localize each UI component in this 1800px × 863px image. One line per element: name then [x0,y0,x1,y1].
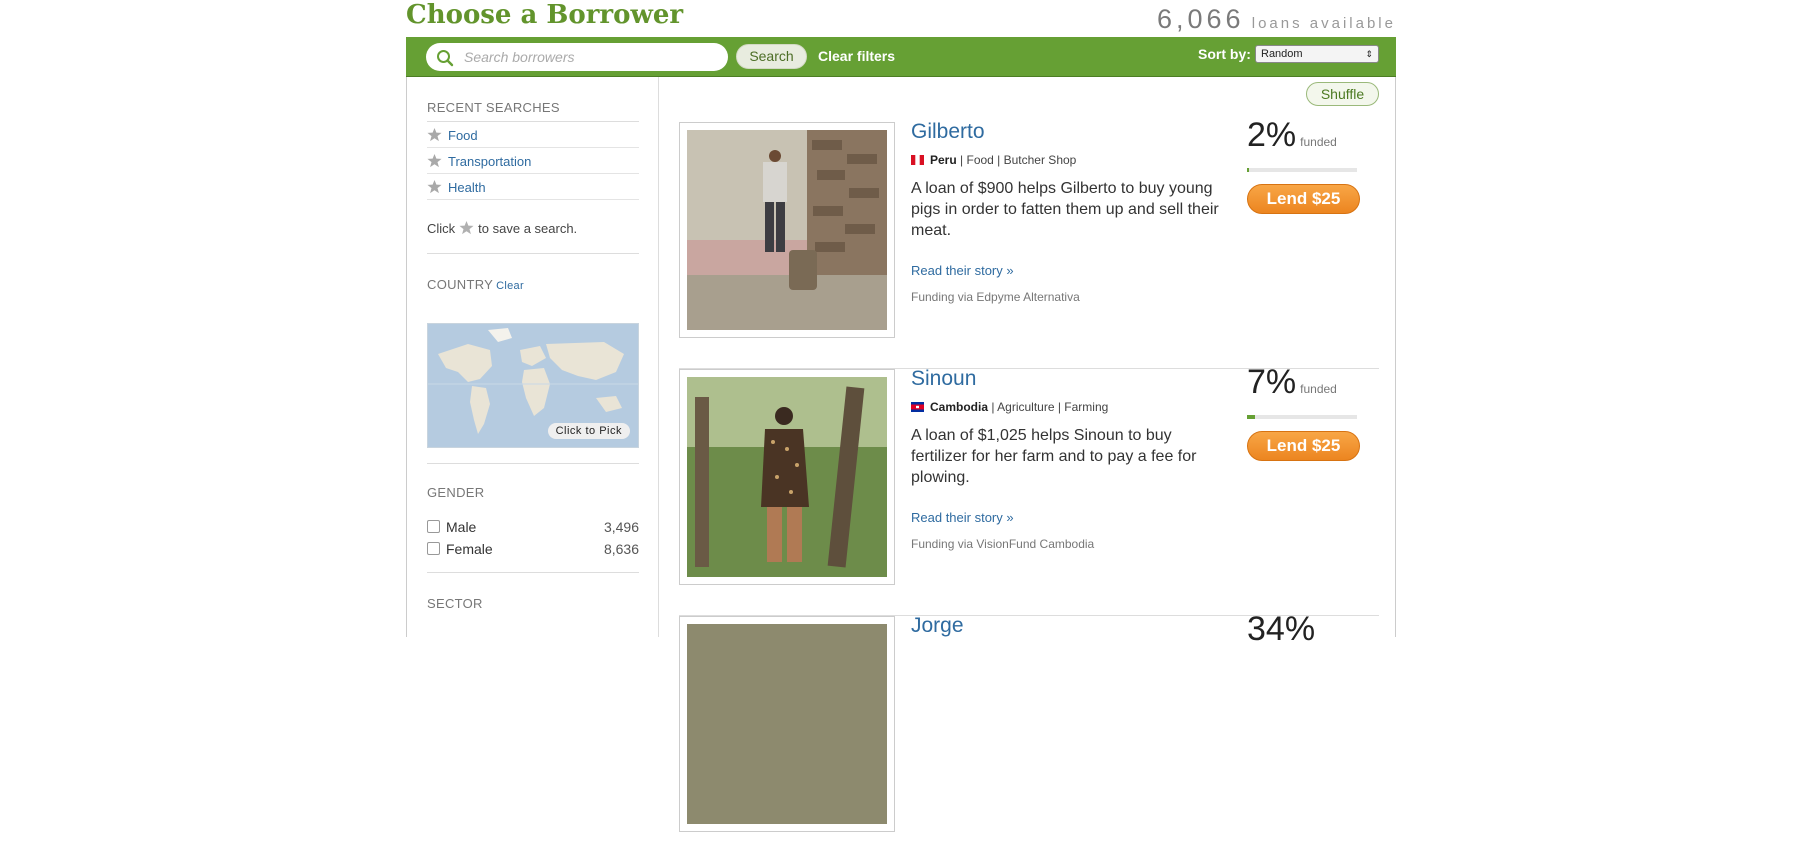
star-icon[interactable] [427,179,442,194]
chevron-updown-icon: ⇕ [1365,49,1373,59]
loan-country: Cambodia [930,400,989,414]
gender-option-male[interactable]: Male 3,496 [427,518,639,538]
borrower-photo[interactable] [679,369,895,585]
funded-label: funded [1300,135,1337,149]
gender-label[interactable]: Female [446,541,493,557]
recent-search-label[interactable]: Food [448,128,478,143]
search-button[interactable]: Search [736,44,807,69]
filter-sidebar: RECENT SEARCHES Food Transportation Heal… [407,77,659,637]
click-to-pick-label[interactable]: Click to Pick [547,423,630,439]
divider [427,572,639,573]
divider [427,253,639,254]
borrower-name-link[interactable]: Jorge [911,614,964,638]
peru-flag-icon [911,155,924,165]
loan-description: A loan of $1,025 helps Sinoun to buy fer… [911,427,1197,486]
sort-select[interactable]: Random ⇕ [1255,45,1379,63]
star-icon[interactable] [427,127,442,142]
shuffle-button[interactable]: Shuffle [1306,82,1379,106]
borrower-photo[interactable] [679,616,895,832]
sort-value: Random [1261,48,1303,60]
read-story-link[interactable]: Read their story » [911,510,1014,525]
sector-heading: SECTOR [427,596,483,611]
loan-card: Gilberto Peru | Food | Butcher Shop A lo… [679,116,1379,369]
save-hint-text: to save a search. [478,221,578,236]
funding-progress-bar [1247,168,1357,172]
save-search-hint: Click to save a search. [427,220,577,236]
funding-partner: Funding via VisionFund Cambodia [911,537,1095,551]
loan-meta: Cambodia | Agriculture | Farming [911,400,1108,414]
borrower-name-link[interactable]: Sinoun [911,367,976,391]
gender-count: 3,496 [603,519,639,535]
gender-label[interactable]: Male [446,519,476,535]
recent-search-label[interactable]: Health [448,180,486,195]
star-icon[interactable] [427,153,442,168]
recent-search-food[interactable]: Food [427,122,639,148]
borrower-photo-image [687,624,887,824]
search-box[interactable] [426,43,728,71]
loan-description: A loan of $900 helps Gilberto to buy you… [911,180,1219,239]
star-icon [459,220,474,235]
borrower-name-link[interactable]: Gilberto [911,120,985,144]
country-map[interactable]: Click to Pick [427,323,639,448]
country-heading-label: COUNTRY [427,277,494,292]
funded-percent: 34% [1247,610,1315,649]
male-checkbox[interactable] [427,520,440,533]
country-heading: COUNTRY Clear [427,277,524,292]
loan-meta: Peru | Food | Butcher Shop [911,153,1076,167]
funded-label: funded [1300,382,1337,396]
search-input[interactable] [464,47,719,67]
funding-progress-fill [1247,415,1255,419]
borrower-photo-image [687,130,887,330]
filter-toolbar: Search Clear filters Sort by: Random ⇕ [406,37,1396,77]
search-icon [437,50,454,67]
borrower-photo-image [687,377,887,577]
read-story-link[interactable]: Read their story » [911,263,1014,278]
loan-card: Sinoun Cambodia | Agriculture | Farming … [679,363,1379,616]
gender-option-female[interactable]: Female 8,636 [427,540,639,560]
recent-search-transportation[interactable]: Transportation [427,148,639,174]
recent-search-label[interactable]: Transportation [448,154,531,169]
loan-category: | Food | Butcher Shop [960,153,1077,167]
page-title: Choose a Borrower [406,0,684,30]
loan-card: Jorge 34% [679,610,1379,863]
percent-value: 34% [1247,610,1316,648]
loans-count: 6,066 [1157,4,1245,34]
loan-category: | Agriculture | Farming [991,400,1109,414]
funded-percent: 2% funded [1247,116,1337,155]
loans-label: loans available [1251,15,1396,32]
borrower-photo[interactable] [679,122,895,338]
page-container: Choose a Borrower 6,066 loans available … [406,0,1396,832]
cambodia-flag-icon [911,402,924,412]
funding-partner: Funding via Edpyme Alternativa [911,290,1080,304]
female-checkbox[interactable] [427,542,440,555]
save-hint-text: Click [427,221,456,236]
loan-country: Peru [930,153,957,167]
funding-progress-fill [1247,168,1250,172]
gender-heading: GENDER [427,485,485,500]
country-clear-link[interactable]: Clear [496,280,524,292]
clear-filters-link[interactable]: Clear filters [818,48,895,64]
percent-value: 7% [1247,363,1297,401]
gender-count: 8,636 [603,541,639,557]
lend-button[interactable]: Lend $25 [1247,431,1360,461]
lend-button[interactable]: Lend $25 [1247,184,1360,214]
funding-progress-bar [1247,415,1357,419]
loans-available: 6,066 loans available [1157,4,1396,35]
recent-search-health[interactable]: Health [427,174,639,200]
divider [427,463,639,464]
percent-value: 2% [1247,116,1297,154]
sort-label: Sort by: [1198,46,1251,62]
recent-searches-heading: RECENT SEARCHES [427,100,560,115]
funded-percent: 7% funded [1247,363,1337,402]
content-panel: RECENT SEARCHES Food Transportation Heal… [406,77,1396,832]
